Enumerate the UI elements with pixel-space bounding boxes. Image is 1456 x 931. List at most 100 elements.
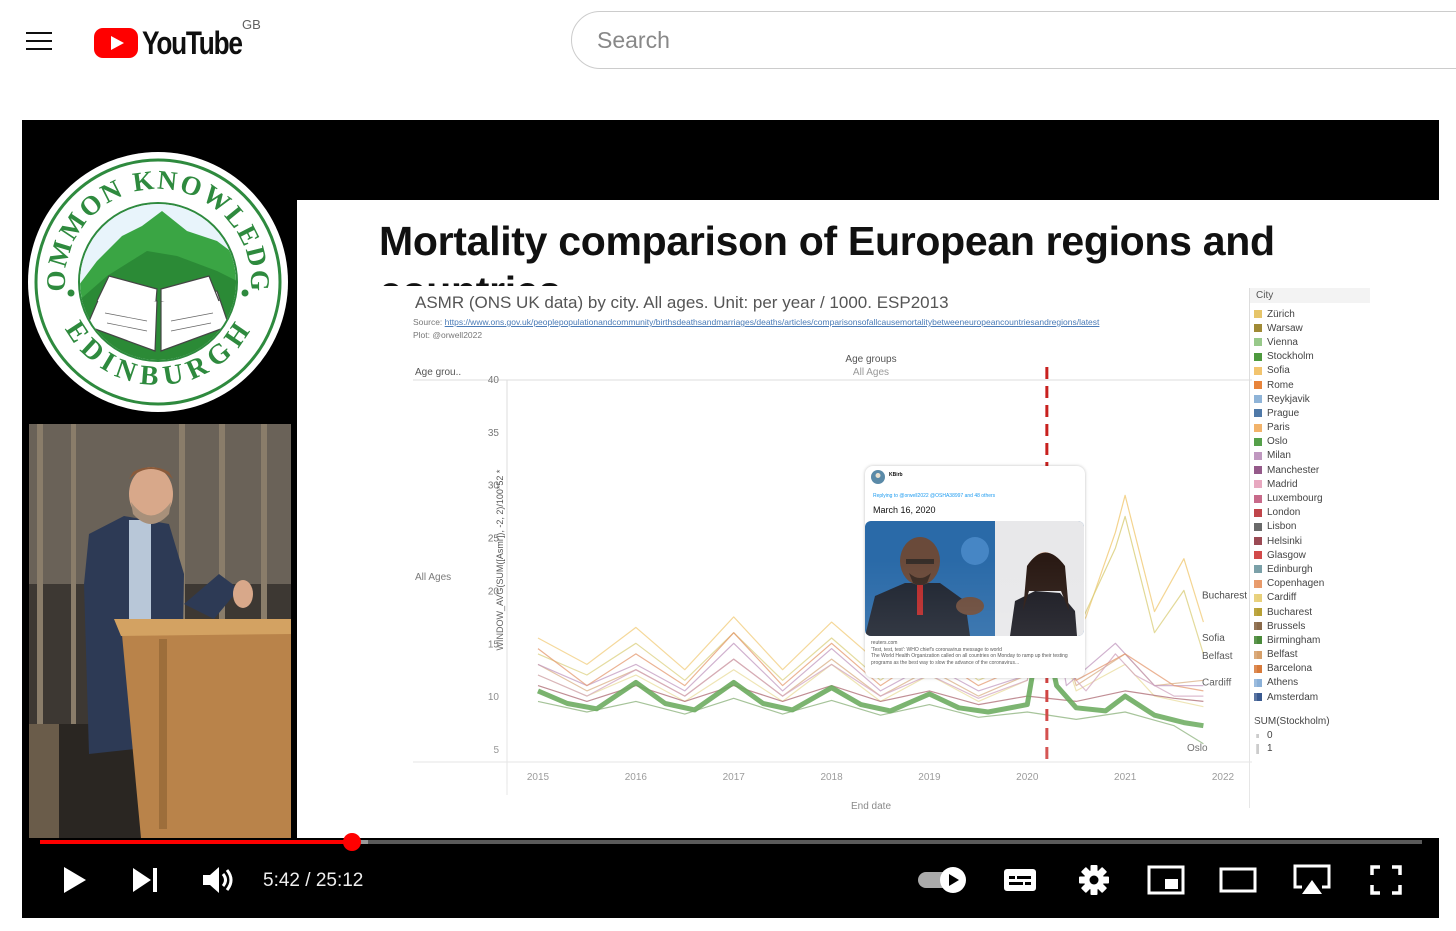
time-display: 5:42 / 25:12	[263, 870, 364, 891]
legend-swatch	[1254, 423, 1262, 432]
legend-label: Helsinki	[1267, 535, 1303, 547]
youtube-logo[interactable]: YouTube GB	[94, 17, 294, 61]
legend-item: Edinburgh	[1250, 562, 1370, 576]
youtube-play-icon	[94, 28, 138, 58]
speaker-camera-feed	[29, 424, 291, 838]
legend-item: Zürich	[1250, 307, 1370, 321]
airplay-button[interactable]	[1290, 860, 1334, 900]
country-code: GB	[242, 17, 261, 32]
theater-mode-button[interactable]	[1218, 860, 1258, 900]
search-input[interactable]	[571, 11, 1456, 69]
legend-label: Copenhagen	[1267, 578, 1325, 590]
legend-label: Reykjavik	[1267, 393, 1310, 405]
legend-label: Glasgow	[1267, 549, 1306, 561]
legend-swatch	[1254, 352, 1262, 361]
x-tick-label: 2018	[820, 772, 843, 783]
legend-label: Cardiff	[1267, 592, 1297, 604]
theater-icon	[1219, 867, 1257, 893]
legend-item: Lisbon	[1250, 520, 1370, 534]
miniplayer-button[interactable]	[1146, 860, 1186, 900]
legend-swatch	[1254, 678, 1262, 687]
legend-swatch	[1254, 310, 1262, 319]
airplay-icon	[1293, 864, 1331, 894]
legend-label: Amsterdam	[1267, 691, 1319, 703]
y-tick-label: 10	[488, 692, 500, 703]
city-legend: City Zürich Warsaw Vienna Stockholm Sofia Rom…	[1249, 288, 1370, 808]
legend-label: Oslo	[1267, 436, 1288, 448]
legend-swatch	[1254, 664, 1262, 673]
legend-item: London	[1250, 506, 1370, 520]
legend-label: Vienna	[1267, 336, 1298, 348]
skip-next-icon	[133, 868, 157, 892]
avatar-icon	[871, 470, 885, 484]
legend-swatch	[1254, 324, 1262, 333]
series-end-label: Bucharest	[1202, 591, 1247, 602]
y-tick-label: 15	[488, 639, 500, 650]
scrubber-handle[interactable]	[343, 833, 362, 851]
subtitles-button[interactable]	[1000, 860, 1040, 900]
legend-item: Copenhagen	[1250, 577, 1370, 591]
play-icon	[64, 867, 86, 893]
x-tick-label: 2015	[527, 772, 550, 783]
legend-label: Rome	[1267, 379, 1294, 391]
video-player[interactable]: COMMON KNOWLEDGE EDINBURGH	[22, 120, 1439, 918]
chart-subtitle: ASMR (ONS UK data) by city. All ages. Un…	[415, 293, 949, 312]
legend-item: Belfast	[1250, 648, 1370, 662]
legend-item: Oslo	[1250, 435, 1370, 449]
legend-item: Manchester	[1250, 463, 1370, 477]
legend-label: Madrid	[1267, 478, 1298, 490]
source-link: https://www.ons.gov.uk/peoplepopulationa…	[444, 317, 1100, 327]
legend-item: Brussels	[1250, 619, 1370, 633]
legend-label: Barcelona	[1267, 663, 1313, 675]
plot-credit: Plot: @orwell2022	[413, 330, 483, 340]
logo-wordmark: YouTube	[142, 25, 243, 61]
common-knowledge-logo: COMMON KNOWLEDGE EDINBURGH	[27, 151, 288, 412]
legend-item: Cardiff	[1250, 591, 1370, 605]
legend-item: Birmingham	[1250, 633, 1370, 647]
row-header: Age grou..	[415, 367, 461, 378]
legend-swatch	[1254, 551, 1262, 560]
tweet-link-card: reuters.com 'Test, test, test': WHO chie…	[871, 640, 1081, 666]
menu-button[interactable]	[24, 30, 54, 52]
tweet-date: March 16, 2020	[873, 505, 936, 515]
legend-item: Warsaw	[1250, 321, 1370, 335]
autoplay-icon	[918, 867, 966, 893]
mute-button[interactable]	[198, 860, 238, 900]
legend-swatch	[1254, 480, 1262, 489]
col-value: All Ages	[853, 367, 889, 378]
fullscreen-button[interactable]	[1366, 860, 1406, 900]
progress-bar[interactable]	[40, 833, 1422, 851]
settings-button[interactable]	[1074, 860, 1114, 900]
autoplay-toggle[interactable]	[916, 860, 970, 900]
legend-swatch	[1254, 636, 1262, 645]
legend-swatch	[1254, 593, 1262, 602]
legend-item: Reykjavik	[1250, 392, 1370, 406]
legend-swatch	[1254, 508, 1262, 517]
legend-item: Stockholm	[1250, 350, 1370, 364]
x-tick-label: 2016	[625, 772, 648, 783]
series-end-label: Sofia	[1202, 633, 1225, 644]
y-tick-label: 30	[488, 481, 500, 492]
x-axis-label: End date	[851, 801, 891, 810]
tweet-user: KBirb	[889, 472, 903, 478]
legend-item: Sofia	[1250, 364, 1370, 378]
legend-swatch	[1254, 579, 1262, 588]
x-tick-label: 2017	[723, 772, 746, 783]
x-tick-label: 2019	[918, 772, 941, 783]
play-button[interactable]	[58, 860, 92, 900]
next-button[interactable]	[128, 860, 162, 900]
legend-item: Paris	[1250, 421, 1370, 435]
legend-label: Warsaw	[1267, 322, 1303, 334]
legend-label: London	[1267, 507, 1301, 519]
legend-item: Madrid	[1250, 477, 1370, 491]
gear-icon	[1079, 865, 1109, 895]
y-tick-label: 25	[488, 534, 500, 545]
total-time: 25:12	[315, 870, 364, 891]
source-label: Source:	[413, 317, 443, 327]
y-tick-label: 20	[488, 586, 500, 597]
size-legend-item: 1	[1250, 742, 1370, 755]
chart-card: ASMR (ONS UK data) by city. All ages. Un…	[407, 290, 1370, 810]
y-axis-label: WINDOW_AVG(SUM([Asmr]), -2, 2)/100*52 *	[495, 469, 505, 650]
legend-item: Luxembourg	[1250, 491, 1370, 505]
legend-swatch	[1254, 565, 1262, 574]
